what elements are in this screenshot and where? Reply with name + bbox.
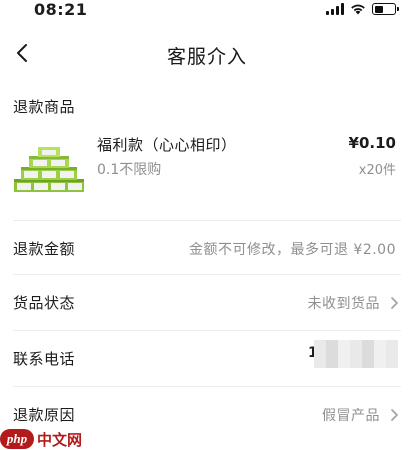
divider [13, 386, 401, 387]
page-title: 客服介入 [166, 46, 247, 68]
chevron-right-icon [391, 409, 398, 421]
status-icons [326, 3, 399, 15]
product-name: 福利款（心心相印） [97, 136, 237, 154]
product-thumbnail [14, 147, 84, 192]
contact-phone-label: 联系电话 [13, 350, 76, 368]
product-price: ¥0.10 [348, 134, 396, 152]
nav-bar: 客服介入 [0, 22, 414, 86]
goods-status-value: 未收到货品 [307, 296, 380, 312]
product-spec: 0.1不限购 [97, 162, 162, 178]
battery-icon [372, 3, 399, 15]
divider [13, 330, 401, 331]
refund-item-section-label: 退款商品 [13, 98, 76, 116]
divider [13, 274, 401, 275]
refund-amount-row: 退款金额 金额不可修改，最多可退 ¥2.00 [0, 224, 414, 272]
cellular-signal-icon [326, 3, 344, 15]
divider [13, 220, 401, 221]
refund-reason-label: 退款原因 [13, 406, 76, 424]
refund-amount-label: 退款金额 [13, 240, 76, 258]
goods-status-value-wrap[interactable]: 未收到货品 [308, 293, 401, 313]
refund-reason-value-wrap[interactable]: 假冒产品 [322, 405, 400, 425]
refund-reason-value: 假冒产品 [322, 408, 380, 424]
watermark-logo: php [0, 429, 34, 449]
wifi-icon [351, 4, 365, 15]
status-bar: 08:21 [0, 0, 414, 22]
watermark: php 中文网 [0, 428, 82, 450]
watermark-text: 中文网 [37, 430, 83, 449]
status-time: 08:21 [34, 0, 88, 19]
goods-status-row[interactable]: 货品状态 未收到货品 [0, 278, 414, 326]
product-quantity: x20件 [358, 163, 396, 178]
refund-amount-value: 金额不可修改，最多可退 ¥2.00 [188, 242, 396, 258]
goods-status-label: 货品状态 [13, 294, 76, 312]
chevron-right-icon [391, 297, 398, 309]
redacted-phone-mask [314, 340, 398, 368]
